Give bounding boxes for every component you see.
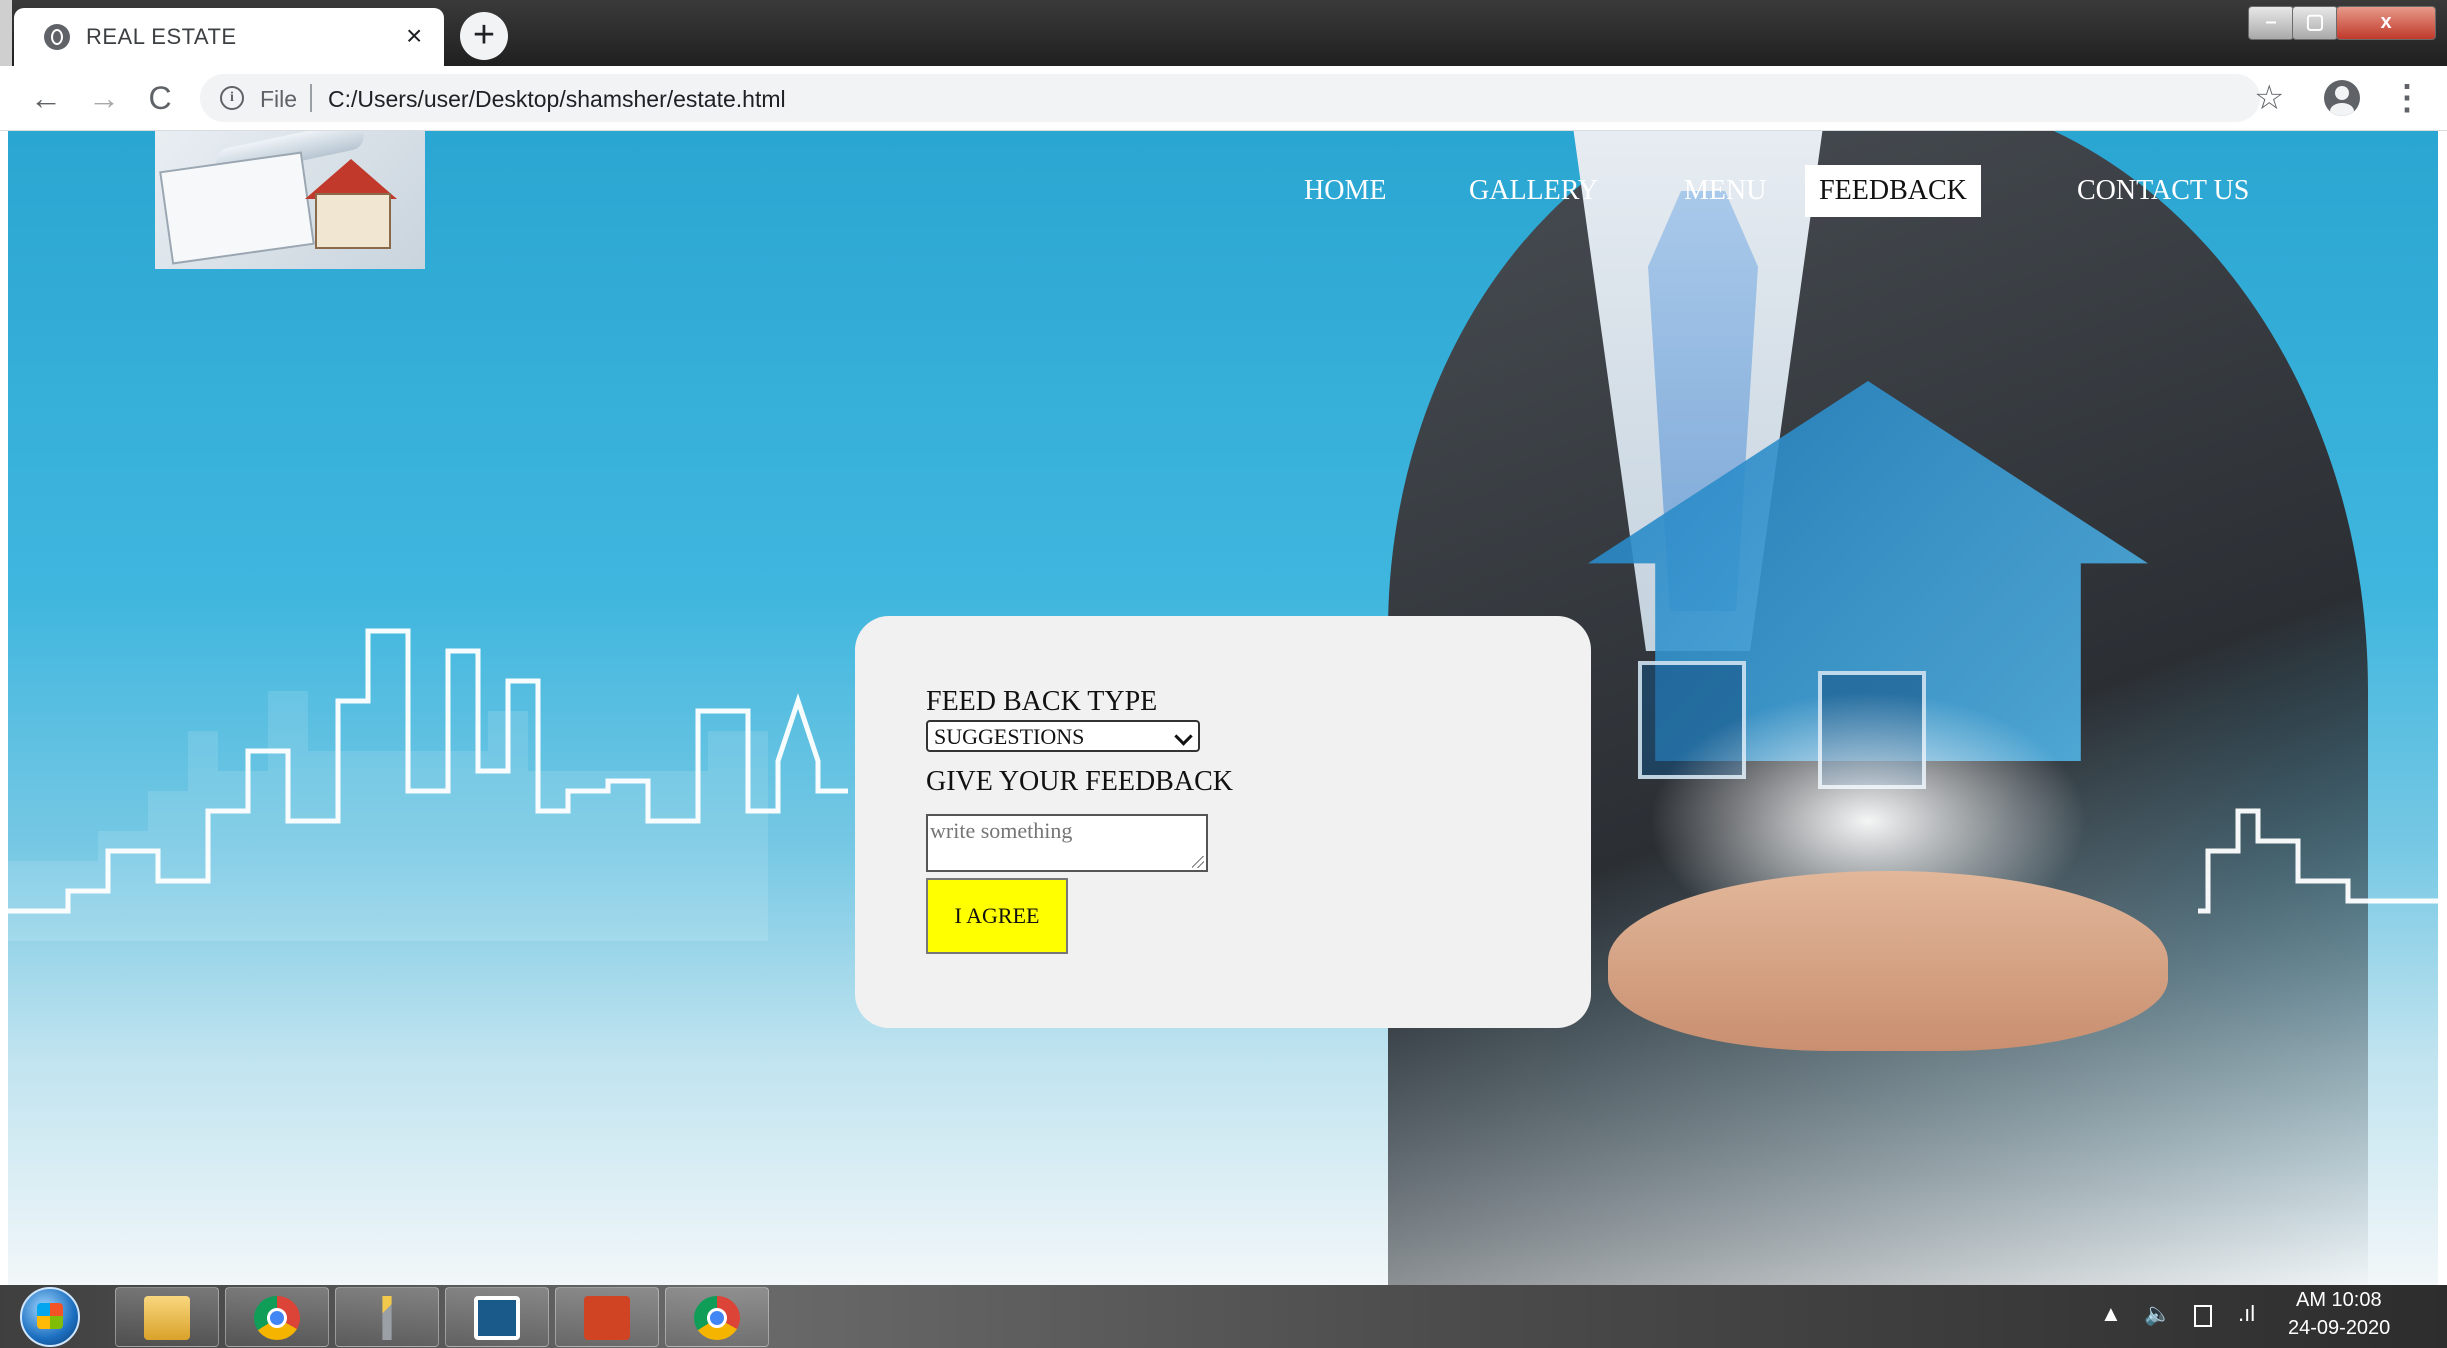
folder-icon (144, 1296, 190, 1340)
taskbar-powerpoint[interactable] (555, 1287, 659, 1347)
reload-icon[interactable]: C (140, 78, 180, 118)
app-box-icon (474, 1296, 520, 1340)
start-button[interactable] (20, 1287, 80, 1347)
taskbar-chrome-active[interactable] (665, 1287, 769, 1347)
nav-menu[interactable]: MENU (1658, 165, 1792, 217)
url-text[interactable]: C:/Users/user/Desktop/shamsher/estate.ht… (328, 86, 786, 113)
tab-close-icon[interactable]: × (406, 18, 422, 54)
chrome-icon (254, 1296, 300, 1340)
browser-tab-strip: REAL ESTATE × + – ▢ x (0, 0, 2447, 66)
browser-tab-active[interactable]: REAL ESTATE × (14, 8, 444, 66)
tools-icon (382, 1296, 392, 1340)
bookmark-star-icon[interactable]: ☆ (2254, 76, 2284, 120)
feedback-type-selected: SUGGESTIONS (934, 724, 1085, 749)
resize-grip-icon[interactable] (1192, 856, 1204, 868)
close-window-button[interactable]: x (2336, 6, 2436, 40)
window-frame-edge (0, 0, 12, 66)
nav-home[interactable]: HOME (1278, 165, 1412, 217)
chrome-icon (694, 1296, 740, 1340)
menu-kebab-icon[interactable]: ⋮ (2390, 78, 2424, 118)
nav-contact-us[interactable]: CONTACT US (2051, 165, 2275, 217)
browser-toolbar: ← → C i File C:/Users/user/Desktop/shams… (0, 66, 2447, 131)
clock-time[interactable]: AM 10:08 (2296, 1289, 2382, 1312)
site-navigation: HOME GALLERY MENU FEEDBACK CONTACT US (8, 165, 2438, 219)
account-icon[interactable] (2324, 80, 2360, 116)
windows-taskbar: ▲ 🔈 .ıl AM 10:08 24-09-2020 (0, 1285, 2447, 1348)
clock-date[interactable]: 24-09-2020 (2288, 1317, 2390, 1340)
taskbar-explorer[interactable] (115, 1287, 219, 1347)
tab-title: REAL ESTATE (86, 24, 237, 49)
nav-feedback[interactable]: FEEDBACK (1805, 165, 1981, 217)
feedback-textarea[interactable]: write something (926, 814, 1208, 872)
address-separator (310, 84, 312, 112)
network-signal-icon[interactable]: .ıl (2238, 1301, 2255, 1327)
page-viewport: HOME GALLERY MENU FEEDBACK CONTACT US FE… (8, 131, 2438, 1285)
info-icon[interactable]: i (220, 86, 244, 110)
url-scheme-label: File (260, 86, 298, 112)
feedback-textarea-placeholder: write something (930, 818, 1073, 843)
taskbar-chrome[interactable] (225, 1287, 329, 1347)
i-agree-button[interactable]: I AGREE (926, 878, 1068, 954)
window-controls: – ▢ x (2248, 6, 2438, 40)
power-icon[interactable] (2194, 1305, 2212, 1327)
tray-expand-icon[interactable]: ▲ (2100, 1301, 2122, 1327)
give-feedback-label: GIVE YOUR FEEDBACK (926, 766, 1233, 797)
nav-gallery[interactable]: GALLERY (1443, 165, 1624, 217)
volume-icon[interactable]: 🔈 (2144, 1301, 2171, 1327)
feedback-type-select[interactable]: SUGGESTIONS (926, 720, 1200, 752)
taskbar-tools[interactable] (335, 1287, 439, 1347)
forward-arrow-icon[interactable]: → (84, 78, 124, 118)
feedback-card: FEED BACK TYPE SUGGESTIONS GIVE YOUR FEE… (855, 616, 1591, 1028)
back-arrow-icon[interactable]: ← (26, 78, 66, 118)
new-tab-button[interactable]: + (460, 12, 508, 60)
taskbar-app[interactable] (445, 1287, 549, 1347)
feedback-type-label: FEED BACK TYPE (926, 686, 1158, 717)
address-bar[interactable]: i File C:/Users/user/Desktop/shamsher/es… (200, 74, 2260, 122)
powerpoint-icon (584, 1296, 630, 1340)
minimize-button[interactable]: – (2248, 6, 2294, 40)
chevron-down-icon (1174, 727, 1193, 746)
maximize-button[interactable]: ▢ (2292, 6, 2338, 40)
globe-icon (44, 24, 70, 50)
